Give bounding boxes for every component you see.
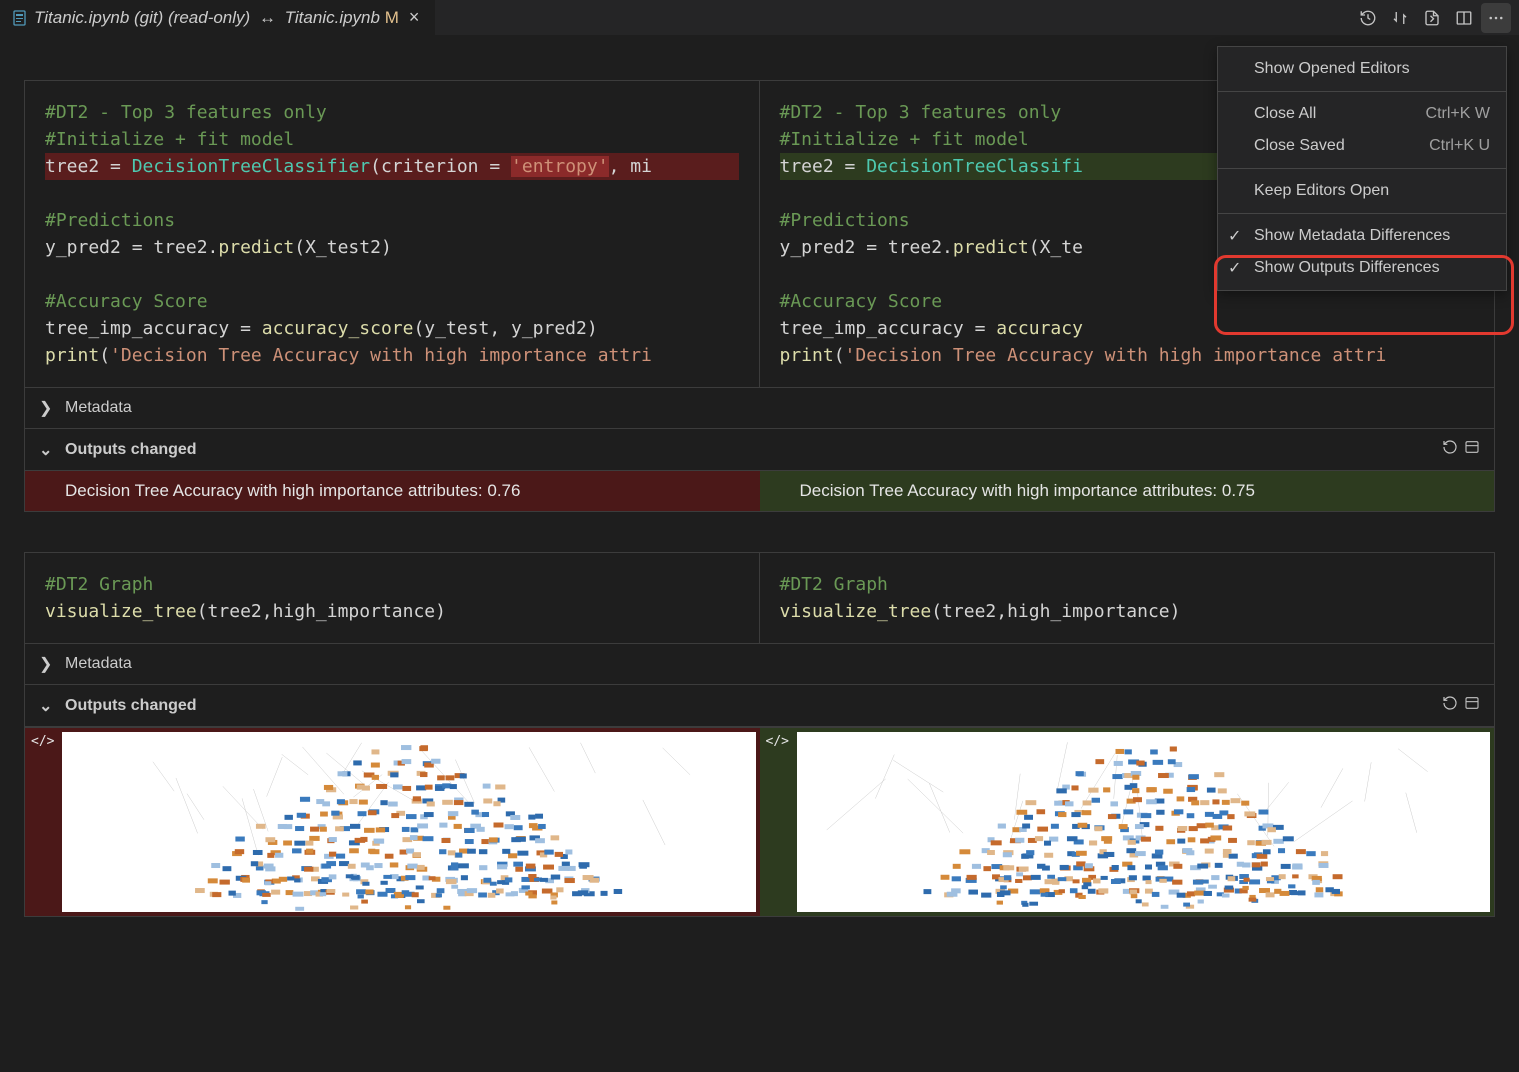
menu-close-saved[interactable]: Close SavedCtrl+K U: [1218, 130, 1506, 162]
outputs-row[interactable]: ⌄ Outputs changed: [25, 429, 1494, 471]
code-output-icon: </>: [764, 732, 791, 912]
menu-close-all[interactable]: Close AllCtrl+K W: [1218, 98, 1506, 130]
menu-keep-open[interactable]: Keep Editors Open: [1218, 175, 1506, 207]
output-pane-right: Decision Tree Accuracy with high importa…: [760, 471, 1495, 511]
output-img-right: </>: [760, 728, 1495, 916]
tree-visualization: [62, 732, 755, 912]
outputs-row[interactable]: ⌄ Outputs changed: [25, 685, 1494, 727]
menu-show-outputs-diff[interactable]: ✓Show Outputs Differences: [1218, 252, 1506, 284]
code-pane-left[interactable]: #DT2 - Top 3 features only #Initialize +…: [25, 81, 760, 387]
metadata-row[interactable]: ❯ Metadata: [25, 388, 1494, 429]
chevron-right-icon: ❯: [39, 654, 55, 674]
notebook-icon: [12, 10, 28, 26]
check-icon: ✓: [1228, 226, 1241, 246]
output-img-row: </> </>: [25, 727, 1494, 916]
metadata-row[interactable]: ❯ Metadata: [25, 644, 1494, 685]
menu-show-metadata-diff[interactable]: ✓Show Metadata Differences: [1218, 220, 1506, 252]
tab-title: Titanic.ipynb (git) (read-only) ↔ Titani…: [34, 8, 399, 28]
chevron-right-icon: ❯: [39, 398, 55, 418]
chevron-down-icon: ⌄: [39, 696, 55, 716]
editor-actions: [1353, 3, 1519, 33]
title-bar: Titanic.ipynb (git) (read-only) ↔ Titani…: [0, 0, 1519, 35]
chevron-down-icon: ⌄: [39, 440, 55, 460]
swap-icon[interactable]: [1385, 3, 1415, 33]
go-to-file-icon[interactable]: [1417, 3, 1447, 33]
check-icon: ✓: [1228, 258, 1241, 278]
editor-actions-menu: Show Opened Editors Close AllCtrl+K W Cl…: [1217, 46, 1507, 291]
revert-icon[interactable]: [1442, 439, 1458, 460]
history-icon[interactable]: [1353, 3, 1383, 33]
code-pane-left[interactable]: #DT2 Graph visualize_tree(tree2,high_imp…: [25, 553, 760, 643]
split-editor-icon[interactable]: [1449, 3, 1479, 33]
code-output-icon: </>: [29, 732, 56, 912]
revert-icon[interactable]: [1442, 695, 1458, 716]
diff-cell: #DT2 Graph visualize_tree(tree2,high_imp…: [24, 552, 1495, 917]
menu-show-opened-editors[interactable]: Show Opened Editors: [1218, 53, 1506, 85]
outputs-label: Outputs changed: [65, 697, 197, 715]
more-actions-icon[interactable]: [1481, 3, 1511, 33]
output-row: Decision Tree Accuracy with high importa…: [25, 471, 1494, 511]
editor-tab[interactable]: Titanic.ipynb (git) (read-only) ↔ Titani…: [0, 0, 435, 35]
metadata-label: Metadata: [65, 399, 132, 417]
tree-visualization: [797, 732, 1490, 912]
toggle-output-icon[interactable]: [1464, 439, 1480, 460]
output-pane-left: Decision Tree Accuracy with high importa…: [25, 471, 760, 511]
metadata-label: Metadata: [65, 655, 132, 673]
code-pane-right[interactable]: #DT2 Graph visualize_tree(tree2,high_imp…: [760, 553, 1495, 643]
toggle-output-icon[interactable]: [1464, 695, 1480, 716]
output-img-left: </>: [25, 728, 760, 916]
close-icon[interactable]: ×: [405, 7, 424, 28]
outputs-label: Outputs changed: [65, 441, 197, 459]
